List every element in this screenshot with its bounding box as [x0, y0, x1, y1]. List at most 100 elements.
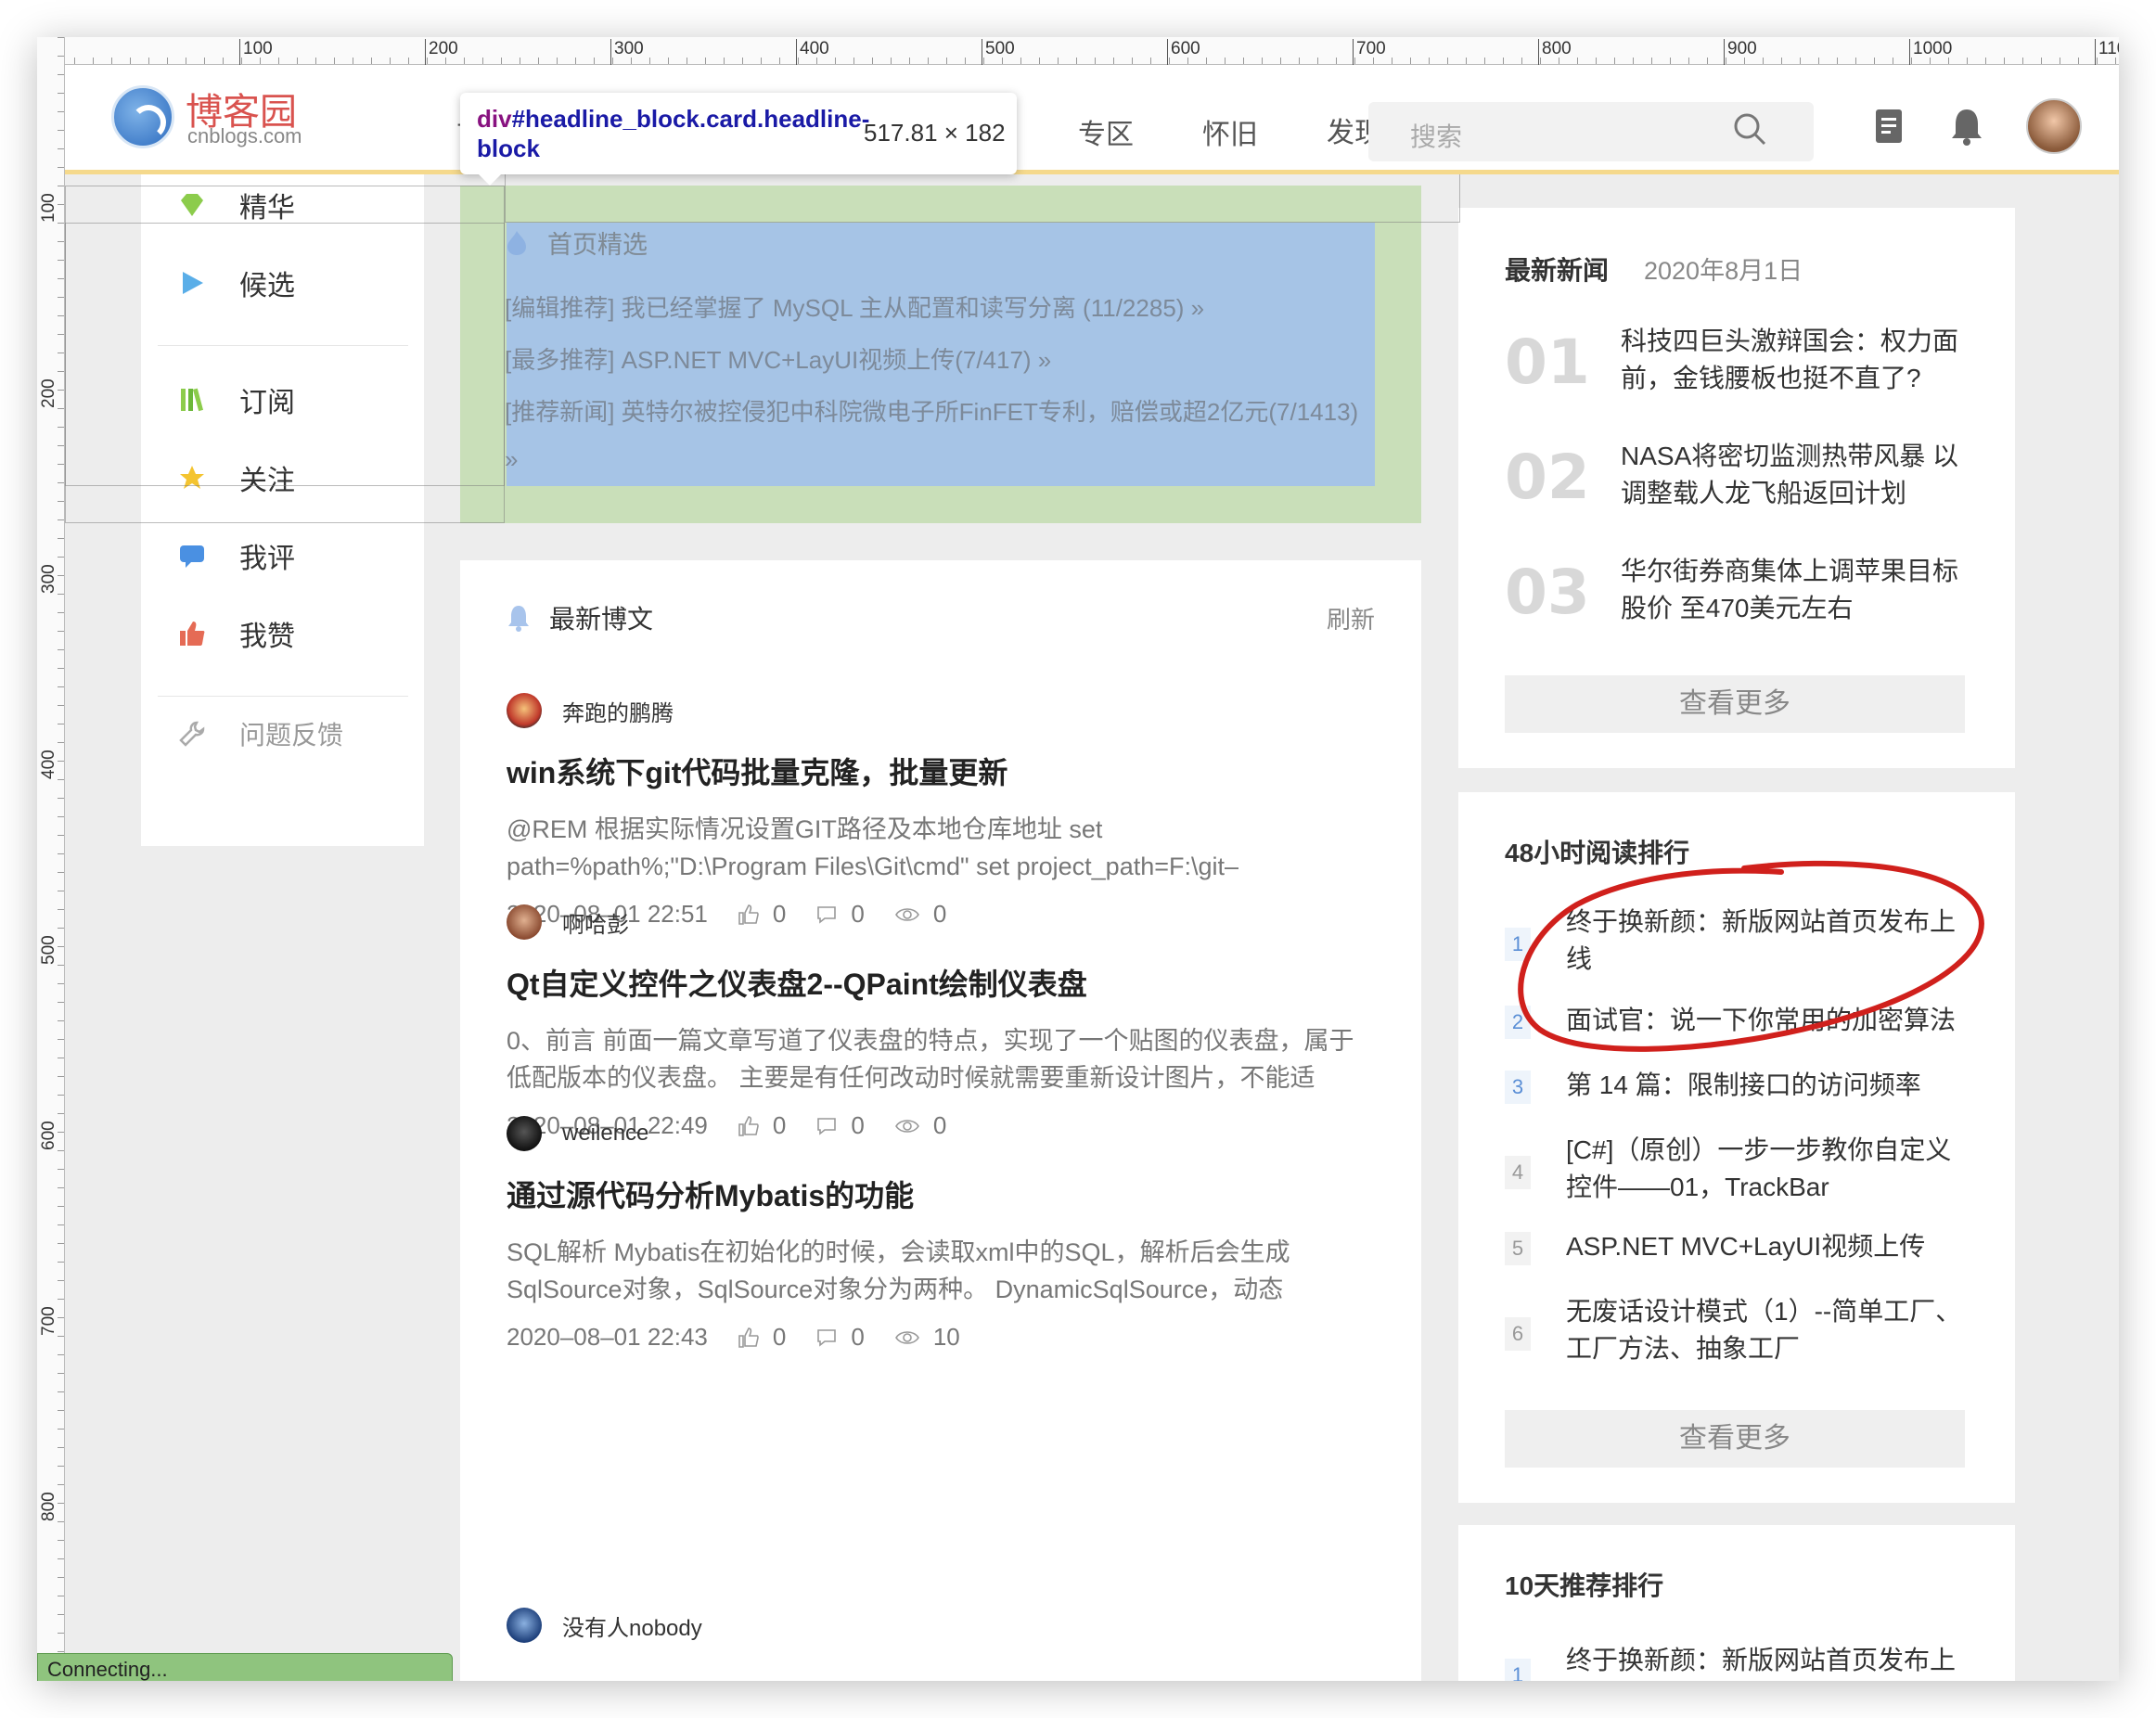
ranking-item[interactable]: 5 ASP.NET MVC+LayUI视频上传	[1505, 1232, 1978, 1269]
ranking-number: 6	[1505, 1317, 1531, 1351]
eye-icon	[894, 1330, 919, 1344]
headline-link[interactable]: [最多推荐] ASP.NET MVC+LayUI视频上传(7/417) »	[505, 341, 1051, 376]
headline-link[interactable]: [推荐新闻] 英特尔被控侵犯中科院微电子所FinFET专利，赔偿或超2亿元(7/…	[505, 393, 1358, 428]
news-number: 03	[1505, 557, 1590, 628]
ruler-tick: 600	[39, 1121, 58, 1150]
document-icon[interactable]	[1870, 106, 1907, 147]
ruler-top	[37, 37, 2119, 65]
avatar	[507, 693, 542, 728]
ranking-text: [C#]（原创）一步一步教你自定义控件——01，TrackBar	[1566, 1135, 1952, 1201]
headline-title: 首页精选	[505, 224, 648, 261]
sidebar-item-my-likes[interactable]: 我赞	[178, 610, 295, 657]
sidebar-item-feedback[interactable]: 问题反馈	[178, 711, 343, 757]
post-title[interactable]: Qt自定义控件之仪表盘2--QPaint绘制仪表盘	[507, 961, 1379, 1004]
post-author-name: 啊哈彭	[562, 912, 629, 938]
post-comments[interactable]: 0	[815, 1323, 865, 1352]
post-author[interactable]: 奔跑的鹏腾	[507, 692, 1379, 729]
ruler-tick: 800	[39, 1492, 58, 1521]
ranking-item[interactable]: 4 [C#]（原创）一步一步教你自定义控件——01，TrackBar	[1505, 1135, 1978, 1210]
comment-icon	[817, 1328, 837, 1347]
news-date: 2020年8月1日	[1644, 257, 1803, 285]
ruler-tick: 300	[39, 564, 58, 594]
search-input[interactable]: 搜索	[1410, 117, 1462, 154]
ranking-number: 2	[1505, 1006, 1531, 1039]
news-number: 02	[1505, 442, 1590, 513]
logo-icon	[111, 85, 174, 148]
post-likes[interactable]: 0	[738, 1323, 786, 1352]
ranking-text: 面试官：说一下你常用的加密算法	[1566, 1006, 1957, 1034]
news-text: 华尔街券商集体上调苹果目标股价 至470美元左右	[1621, 557, 1959, 622]
ranking-text: 第 14 篇：限制接口的访问频率	[1566, 1071, 1921, 1099]
ruler-tick: 100	[39, 193, 58, 223]
post-title[interactable]: win系统下git代码批量克隆，批量更新	[507, 750, 1379, 792]
news-number: 01	[1505, 327, 1590, 398]
read-ranking-card: 48小时阅读排行 1 终于换新颜：新版网站首页发布上线 2 面试官：说一下你常用…	[1458, 792, 2015, 1503]
ranking-text: ASP.NET MVC+LayUI视频上传	[1566, 1232, 1926, 1261]
news-item[interactable]: 03 华尔街券商集体上调苹果目标股价 至470美元左右	[1505, 553, 1987, 636]
ruler-tick: 200	[425, 39, 458, 65]
nav-nostalgia[interactable]: 怀旧	[1202, 111, 1258, 150]
news-item[interactable]: 01 科技四巨头激辩国会：权力面前，金钱腰板也挺不直了?	[1505, 323, 1987, 406]
post-excerpt: SQL解析 Mybatis在初始化的时候，会读取xml中的SQL，解析后会生成S…	[507, 1238, 1290, 1303]
post-item: 奔跑的鹏腾 win系统下git代码批量克隆，批量更新 @REM 根据实际情况设置…	[507, 692, 1379, 929]
post-author[interactable]: 啊哈彭	[507, 904, 1379, 941]
ruler-tick: 1000	[1908, 39, 1953, 65]
latest-posts-card: 最新博文 刷新 奔跑的鹏腾 win系统下git代码批量克隆，批量更新 @REM …	[460, 560, 1421, 1681]
post-comments-count: 0	[851, 1323, 865, 1351]
nav-zone[interactable]: 专区	[1078, 111, 1134, 150]
ranking-title: 10天推荐排行	[1505, 1571, 1664, 1600]
latest-news-card: 最新新闻 2020年8月1日 01 科技四巨头激辩国会：权力面前，金钱腰板也挺不…	[1458, 208, 2015, 768]
news-text: 科技四巨头激辩国会：权力面前，金钱腰板也挺不直了?	[1621, 327, 1959, 392]
ranking-text: 终于换新颜：新版网站首页发布上	[1566, 1646, 1957, 1674]
ranking-item[interactable]: 1 终于换新颜：新版网站首页发布上线	[1505, 907, 1978, 981]
sidebar-item-my-comments[interactable]: 我评	[178, 532, 295, 579]
refresh-button[interactable]: 刷新	[1327, 601, 1375, 635]
ruler-tick: 400	[39, 750, 58, 779]
post-likes-count: 0	[772, 1323, 787, 1351]
post-time: 2020–08–01 22:43	[507, 1323, 708, 1351]
search-box[interactable]: 搜索	[1368, 102, 1814, 161]
ranking-number: 1	[1505, 928, 1531, 961]
post-author[interactable]: weilence	[507, 1115, 1379, 1152]
tooltip-selector-text: #headline_block.card.headline-block	[477, 105, 870, 162]
wrench-icon	[179, 721, 205, 747]
ranking-item[interactable]: 3 第 14 篇：限制接口的访问频率	[1505, 1071, 1978, 1108]
tooltip-size: 517.81 × 182	[864, 119, 1006, 147]
post-author[interactable]: 没有人nobody	[507, 1607, 1379, 1644]
ranking-text: 终于换新颜：新版网站首页发布上线	[1566, 907, 1957, 973]
ranking-item[interactable]: 6 无废话设计模式（1）--简单工厂、工厂方法、抽象工厂	[1505, 1297, 1978, 1371]
recommend-ranking-card: 10天推荐排行 1 终于换新颜：新版网站首页发布上	[1458, 1525, 2015, 1681]
ranking-more-button[interactable]: 查看更多	[1505, 1410, 1965, 1468]
site-logo[interactable]: 博客园 cnblogs.com	[111, 85, 315, 150]
ruler-tick: 700	[1353, 39, 1386, 65]
headline-block: 首页精选 [编辑推荐] 我已经掌握了 MySQL 主从配置和读写分离 (11/2…	[460, 186, 1421, 523]
feed-title: 最新博文	[549, 605, 654, 634]
post-title[interactable]: 通过源代码分析Mybatis的功能	[507, 1173, 1379, 1215]
comment-icon	[180, 545, 204, 568]
devtools-inspect-tooltip: div#headline_block.card.headline-block 5…	[460, 93, 1017, 186]
sidebar-item-label: 我评	[239, 544, 295, 574]
status-bar: Connecting...	[37, 1653, 453, 1681]
headline-link[interactable]: [编辑推荐] 我已经掌握了 MySQL 主从配置和读写分离 (11/2285) …	[505, 289, 1204, 324]
ranking-text: 无废话设计模式（1）--简单工厂、工厂方法、抽象工厂	[1566, 1297, 1962, 1363]
post-author-name: weilence	[562, 1121, 649, 1146]
news-more-button[interactable]: 查看更多	[1505, 675, 1965, 733]
headline-link-more[interactable]: »	[505, 445, 518, 474]
ruler-tick: 700	[39, 1306, 58, 1336]
bell-icon[interactable]	[1948, 106, 1985, 147]
ranking-item[interactable]: 1 终于换新颜：新版网站首页发布上	[1505, 1646, 1978, 1681]
avatar	[507, 1608, 542, 1643]
news-item[interactable]: 02 NASA将密切监测热带风暴 以调整载人龙飞船返回计划	[1505, 438, 1987, 521]
sidebar-divider	[158, 696, 408, 697]
search-icon[interactable]	[1732, 111, 1767, 147]
ranking-number: 4	[1505, 1156, 1531, 1189]
ruler-tick: 1100	[2095, 39, 2119, 65]
ruler-tick: 300	[610, 39, 644, 65]
ranking-item[interactable]: 2 面试官：说一下你常用的加密算法	[1505, 1006, 1978, 1043]
flame-icon	[507, 230, 526, 255]
avatar	[507, 1116, 542, 1151]
browser-window: 100 200 300 400 500 600 700 800 900 1000…	[37, 37, 2119, 1681]
user-avatar[interactable]	[2026, 98, 2082, 154]
thumb-up-icon	[738, 1327, 759, 1348]
feed-header: 最新博文	[507, 599, 653, 636]
